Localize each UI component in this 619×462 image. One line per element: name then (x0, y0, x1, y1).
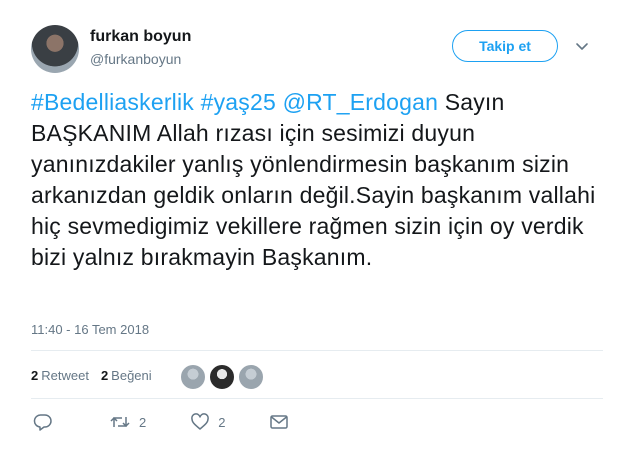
retweet-button[interactable]: 2 (109, 413, 146, 431)
mention-link[interactable]: @RT_Erdogan (283, 89, 439, 115)
user-handle[interactable]: @furkanboyun (90, 51, 181, 67)
avatar[interactable] (31, 25, 79, 73)
hashtag-link[interactable]: #Bedelliaskerlik (31, 89, 194, 115)
tweet-stats: 2 Retweet 2 Beğeni (31, 368, 164, 383)
hashtag-link[interactable]: #yaş25 (201, 89, 276, 115)
tweet-actions: 2 2 (31, 413, 289, 431)
tweet-timestamp[interactable]: 11:40 - 16 Tem 2018 (31, 322, 149, 337)
direct-message-button[interactable] (269, 414, 289, 430)
like-stat-label: Beğeni (111, 368, 152, 383)
chevron-down-icon[interactable] (574, 38, 590, 54)
like-count: 2 (218, 414, 226, 430)
reply-icon (33, 414, 52, 431)
tweet-text: #Bedelliaskerlik #yaş25 @RT_Erdogan Sayı… (31, 87, 606, 273)
tweet-body-text: Sayın BAŞKANIM Allah rızası için sesimiz… (31, 89, 596, 270)
divider (31, 350, 603, 351)
liker-avatars (180, 364, 267, 390)
user-display-name[interactable]: furkan boyun (90, 28, 191, 46)
like-stat-count: 2 (100, 368, 109, 383)
retweet-stat-label: Retweet (41, 368, 89, 383)
retweet-icon (110, 417, 130, 427)
like-button[interactable]: 2 (190, 413, 225, 431)
retweet-stat-count: 2 (31, 368, 39, 383)
retweet-stat[interactable]: 2 Retweet (31, 368, 89, 383)
divider (31, 398, 603, 399)
follow-button[interactable]: Takip et (452, 30, 558, 62)
liker-avatar[interactable] (180, 364, 206, 390)
reply-button[interactable] (33, 413, 53, 431)
envelope-icon (270, 415, 289, 429)
liker-avatar[interactable] (209, 364, 235, 390)
like-stat[interactable]: 2 Beğeni (101, 368, 152, 383)
retweet-count: 2 (139, 414, 147, 430)
heart-icon (191, 413, 210, 430)
liker-avatar[interactable] (238, 364, 264, 390)
